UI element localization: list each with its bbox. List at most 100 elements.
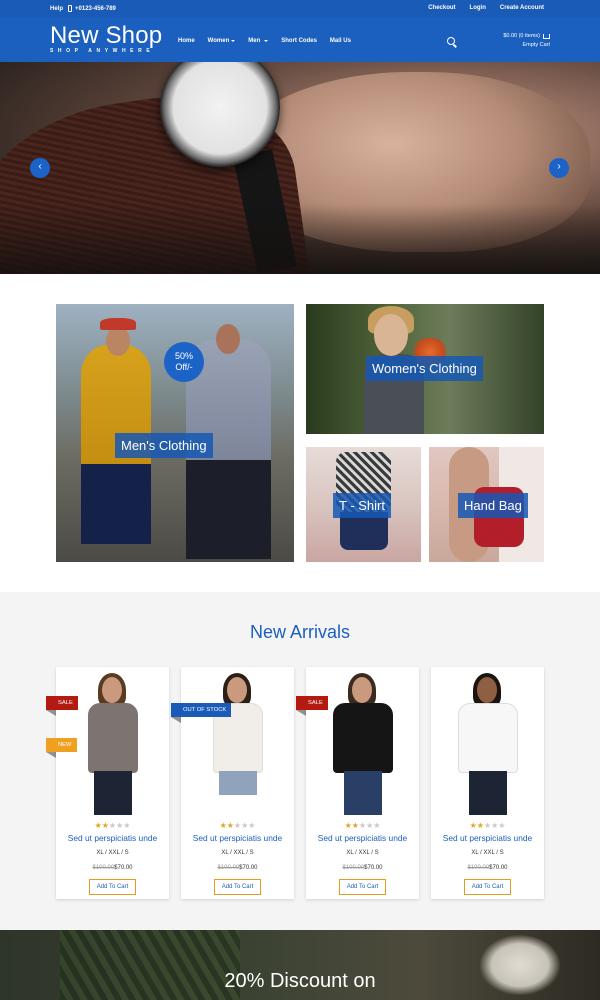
category-handbag[interactable]: Hand Bag bbox=[429, 447, 544, 562]
hero-shadow bbox=[0, 204, 600, 274]
search-icon[interactable] bbox=[447, 37, 455, 45]
cart-summary[interactable]: $0.00 (0 items) Empty Cart bbox=[503, 32, 550, 50]
category-label: T - Shirt bbox=[333, 493, 391, 518]
sale-price: $70.00 bbox=[489, 865, 508, 871]
product-image[interactable] bbox=[181, 667, 294, 815]
old-price: $100.00 bbox=[217, 865, 240, 871]
add-to-cart-button[interactable]: Add To Cart bbox=[464, 879, 511, 895]
nav-item-label: Women bbox=[207, 38, 230, 44]
rating-stars: ★★★★★ bbox=[431, 821, 544, 830]
star-icon: ★ bbox=[226, 821, 234, 830]
product-sizes: XL / XXL / S bbox=[346, 850, 379, 856]
star-icon: ★ bbox=[373, 821, 381, 830]
nav-item-men[interactable]: Men bbox=[248, 38, 269, 44]
model-head bbox=[477, 677, 497, 703]
product-price: $100.00$70.00 bbox=[56, 865, 169, 871]
chevron-right-icon[interactable]: › bbox=[549, 158, 569, 178]
category-label: Women's Clothing bbox=[366, 356, 483, 381]
section-title: New Arrivals bbox=[249, 622, 351, 642]
product-sizes: XL / XXL / S bbox=[471, 850, 504, 856]
sale-ribbon: SALE bbox=[46, 696, 78, 716]
star-icon: ★ bbox=[476, 821, 484, 830]
add-to-cart-button[interactable]: Add To Cart bbox=[214, 879, 261, 895]
discount-percent: 50% bbox=[174, 351, 193, 361]
sale-ribbon: SALE bbox=[296, 696, 328, 716]
cart-total: $0.00 (0 items) bbox=[503, 33, 540, 39]
star-icon: ★ bbox=[351, 821, 359, 830]
category-mens[interactable]: 50% Off/- Men's Clothing bbox=[56, 304, 294, 562]
product-card[interactable]: ★★★★★ Sed ut perspiciatis unde XL / XXL … bbox=[431, 667, 544, 899]
caret-down-icon bbox=[264, 40, 269, 42]
model-legs bbox=[344, 771, 382, 815]
product-garment bbox=[333, 703, 393, 773]
product-sizes: XL / XXL / S bbox=[221, 850, 254, 856]
product-name[interactable]: Sed ut perspiciatis unde bbox=[56, 833, 169, 843]
product-garment bbox=[88, 703, 138, 773]
product-sizes: XL / XXL / S bbox=[96, 850, 129, 856]
create-account-link[interactable]: Create Account bbox=[500, 5, 544, 11]
category-label: Hand Bag bbox=[458, 493, 528, 518]
star-icon: ★ bbox=[358, 821, 367, 830]
nav-item-home[interactable]: Home bbox=[178, 38, 195, 44]
nav-item-short-codes[interactable]: Short Codes bbox=[281, 38, 317, 44]
product-card[interactable]: ★★★★★ Sed ut perspiciatis unde XL / XXL … bbox=[181, 667, 294, 899]
cart-status: Empty Cart bbox=[522, 42, 550, 48]
new-ribbon: NEW bbox=[46, 738, 77, 758]
nav-item-women[interactable]: Women bbox=[208, 38, 236, 44]
star-icon: ★ bbox=[108, 821, 117, 830]
help-link[interactable]: Help bbox=[50, 6, 63, 12]
model-head bbox=[352, 677, 372, 703]
product-name[interactable]: Sed ut perspiciatis unde bbox=[181, 833, 294, 843]
nav-item-label: Home bbox=[178, 38, 195, 44]
star-icon: ★ bbox=[498, 821, 506, 830]
product-image[interactable] bbox=[431, 667, 544, 815]
model-head bbox=[216, 324, 240, 354]
promo-heading: 20% Discount on bbox=[224, 970, 376, 992]
logo-tagline: SHOP ANYWHERE bbox=[50, 48, 155, 54]
model-head bbox=[106, 326, 130, 356]
old-price: $100.00 bbox=[92, 865, 115, 871]
main-header: New Shop SHOP ANYWHERE Home Women Men Sh… bbox=[0, 17, 600, 62]
star-icon: ★ bbox=[233, 821, 242, 830]
rating-stars: ★★★★★ bbox=[56, 821, 169, 830]
rating-stars: ★★★★★ bbox=[306, 821, 419, 830]
logo[interactable]: New Shop SHOP ANYWHERE bbox=[50, 22, 163, 55]
model-legs bbox=[469, 771, 507, 815]
cart-icon bbox=[543, 34, 550, 39]
main-nav: Home Women Men Short Codes Mail Us bbox=[178, 38, 351, 44]
model-hat bbox=[100, 318, 136, 330]
star-icon: ★ bbox=[483, 821, 492, 830]
star-icon: ★ bbox=[101, 821, 109, 830]
product-name[interactable]: Sed ut perspiciatis unde bbox=[431, 833, 544, 843]
category-womens[interactable]: Women's Clothing bbox=[306, 304, 544, 434]
chevron-left-icon[interactable]: ‹ bbox=[30, 158, 50, 178]
caret-down-icon bbox=[231, 40, 236, 42]
product-image[interactable] bbox=[306, 667, 419, 815]
phone-number: +0123-456-789 bbox=[75, 5, 116, 12]
logo-title: New Shop bbox=[50, 22, 163, 49]
phone-icon bbox=[68, 5, 73, 12]
product-garment bbox=[458, 703, 518, 773]
discount-badge: 50% Off/- bbox=[164, 342, 204, 382]
top-bar-contact: Help +0123-456-789 bbox=[50, 5, 116, 12]
category-tshirt[interactable]: T - Shirt bbox=[306, 447, 421, 562]
product-price: $100.00$70.00 bbox=[181, 865, 294, 871]
account-links: Checkout Login Create Account bbox=[428, 5, 544, 11]
checkout-link[interactable]: Checkout bbox=[428, 5, 455, 11]
rating-stars: ★★★★★ bbox=[181, 821, 294, 830]
star-icon: ★ bbox=[123, 821, 131, 830]
star-icon: ★ bbox=[219, 821, 227, 830]
nav-item-mail-us[interactable]: Mail Us bbox=[330, 38, 351, 44]
product-name[interactable]: Sed ut perspiciatis unde bbox=[306, 833, 419, 843]
add-to-cart-button[interactable]: Add To Cart bbox=[339, 879, 386, 895]
sale-price: $70.00 bbox=[239, 865, 258, 871]
login-link[interactable]: Login bbox=[470, 5, 486, 11]
sale-price: $70.00 bbox=[114, 865, 133, 871]
model-head bbox=[227, 677, 247, 703]
category-label: Men's Clothing bbox=[115, 433, 213, 458]
sale-price: $70.00 bbox=[364, 865, 383, 871]
model-head bbox=[374, 314, 408, 356]
add-to-cart-button[interactable]: Add To Cart bbox=[89, 879, 136, 895]
star-icon: ★ bbox=[469, 821, 477, 830]
model-legs bbox=[219, 771, 257, 795]
